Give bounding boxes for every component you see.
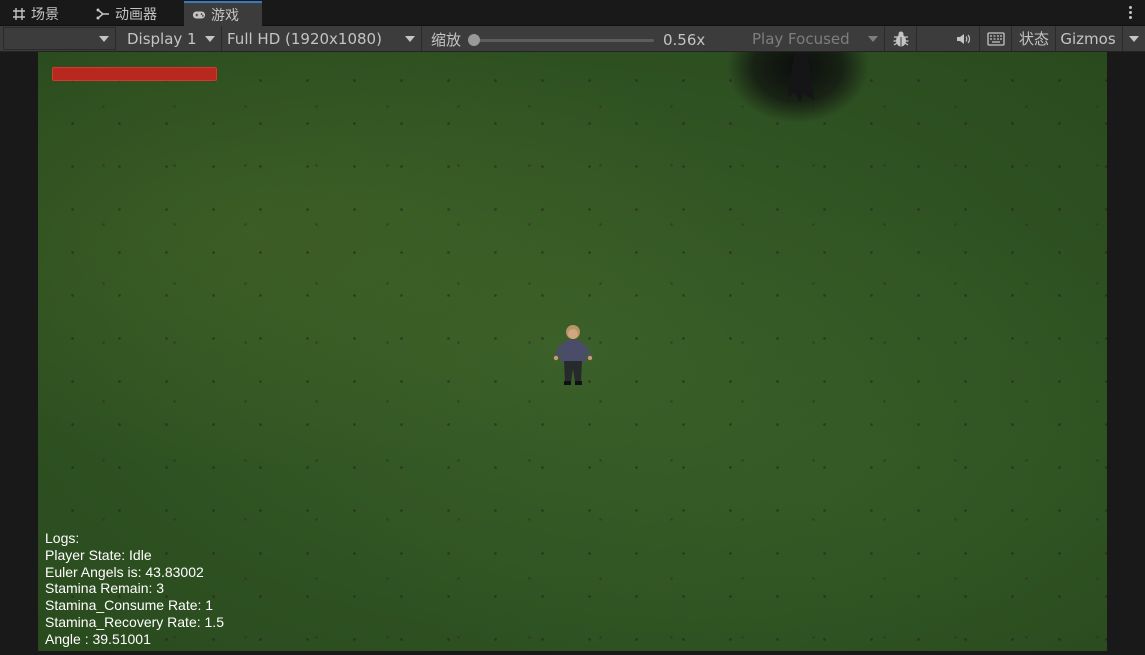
grid-icon	[13, 8, 25, 20]
tab-bar: 场景 动画器 游戏	[0, 0, 1145, 26]
gamepad-icon	[192, 11, 206, 18]
scale-value: 0.56x	[663, 30, 706, 49]
tab-animator[interactable]: 动画器	[88, 2, 165, 26]
chevron-down-icon	[205, 36, 215, 42]
log-line: Stamina_Recovery Rate: 1.5	[45, 613, 224, 630]
health-bar	[52, 67, 217, 81]
tab-game[interactable]: 游戏	[184, 1, 262, 26]
game-view-window: 场景 动画器 游戏 Display 1 Full HD (1920x1080) …	[0, 0, 1145, 655]
play-mode-dropdown[interactable]: Play Focused	[745, 26, 885, 51]
mute-audio-button[interactable]	[948, 26, 980, 51]
log-line: Logs:	[45, 530, 80, 546]
tab-game-label: 游戏	[211, 7, 239, 24]
shortcuts-button[interactable]	[980, 26, 1012, 51]
debug-log-overlay: Logs: Player State: Idle Euler Angels is…	[45, 530, 224, 648]
display-label: Display 1	[127, 29, 197, 48]
play-mode-label: Play Focused	[752, 29, 850, 48]
game-viewport[interactable]: Logs: Player State: Idle Euler Angels is…	[38, 52, 1107, 651]
game-viewport-frame: Logs: Player State: Idle Euler Angels is…	[0, 52, 1145, 655]
player-character	[553, 325, 593, 385]
scale-label: 缩放	[431, 31, 462, 49]
log-line: Stamina Remain: 3	[45, 580, 165, 597]
chevron-down-icon	[1128, 35, 1139, 42]
chevron-down-icon	[405, 36, 415, 42]
log-line: Angle : 39.51001	[45, 630, 151, 647]
animator-icon	[96, 8, 109, 20]
scale-slider-handle[interactable]	[468, 34, 480, 46]
chevron-down-icon	[99, 35, 109, 42]
speaker-icon	[956, 33, 970, 44]
more-options-icon[interactable]	[1129, 6, 1133, 20]
gizmos-button[interactable]: Gizmos	[1056, 26, 1120, 51]
bug-icon	[893, 31, 908, 47]
display-dropdown[interactable]: Display 1	[118, 26, 222, 51]
keyboard-icon	[986, 31, 1005, 46]
tab-animator-label: 动画器	[115, 7, 157, 23]
tab-scene[interactable]: 场景	[4, 2, 67, 26]
log-line: Euler Angels is: 43.83002	[45, 563, 204, 580]
log-line: Stamina_Consume Rate: 1	[45, 597, 214, 614]
debug-toggle-button[interactable]	[885, 26, 917, 51]
resolution-dropdown[interactable]: Full HD (1920x1080)	[222, 26, 422, 51]
scale-slider-track[interactable]	[474, 39, 654, 42]
stats-button[interactable]: 状态	[1013, 26, 1056, 51]
log-line: Player State: Idle	[45, 546, 152, 563]
view-type-dropdown[interactable]	[3, 27, 116, 50]
tab-scene-label: 场景	[31, 7, 59, 23]
resolution-label: Full HD (1920x1080)	[227, 29, 382, 48]
enemy-figure	[788, 52, 814, 102]
chevron-down-icon	[868, 36, 878, 42]
gizmos-dropdown[interactable]	[1122, 26, 1144, 51]
